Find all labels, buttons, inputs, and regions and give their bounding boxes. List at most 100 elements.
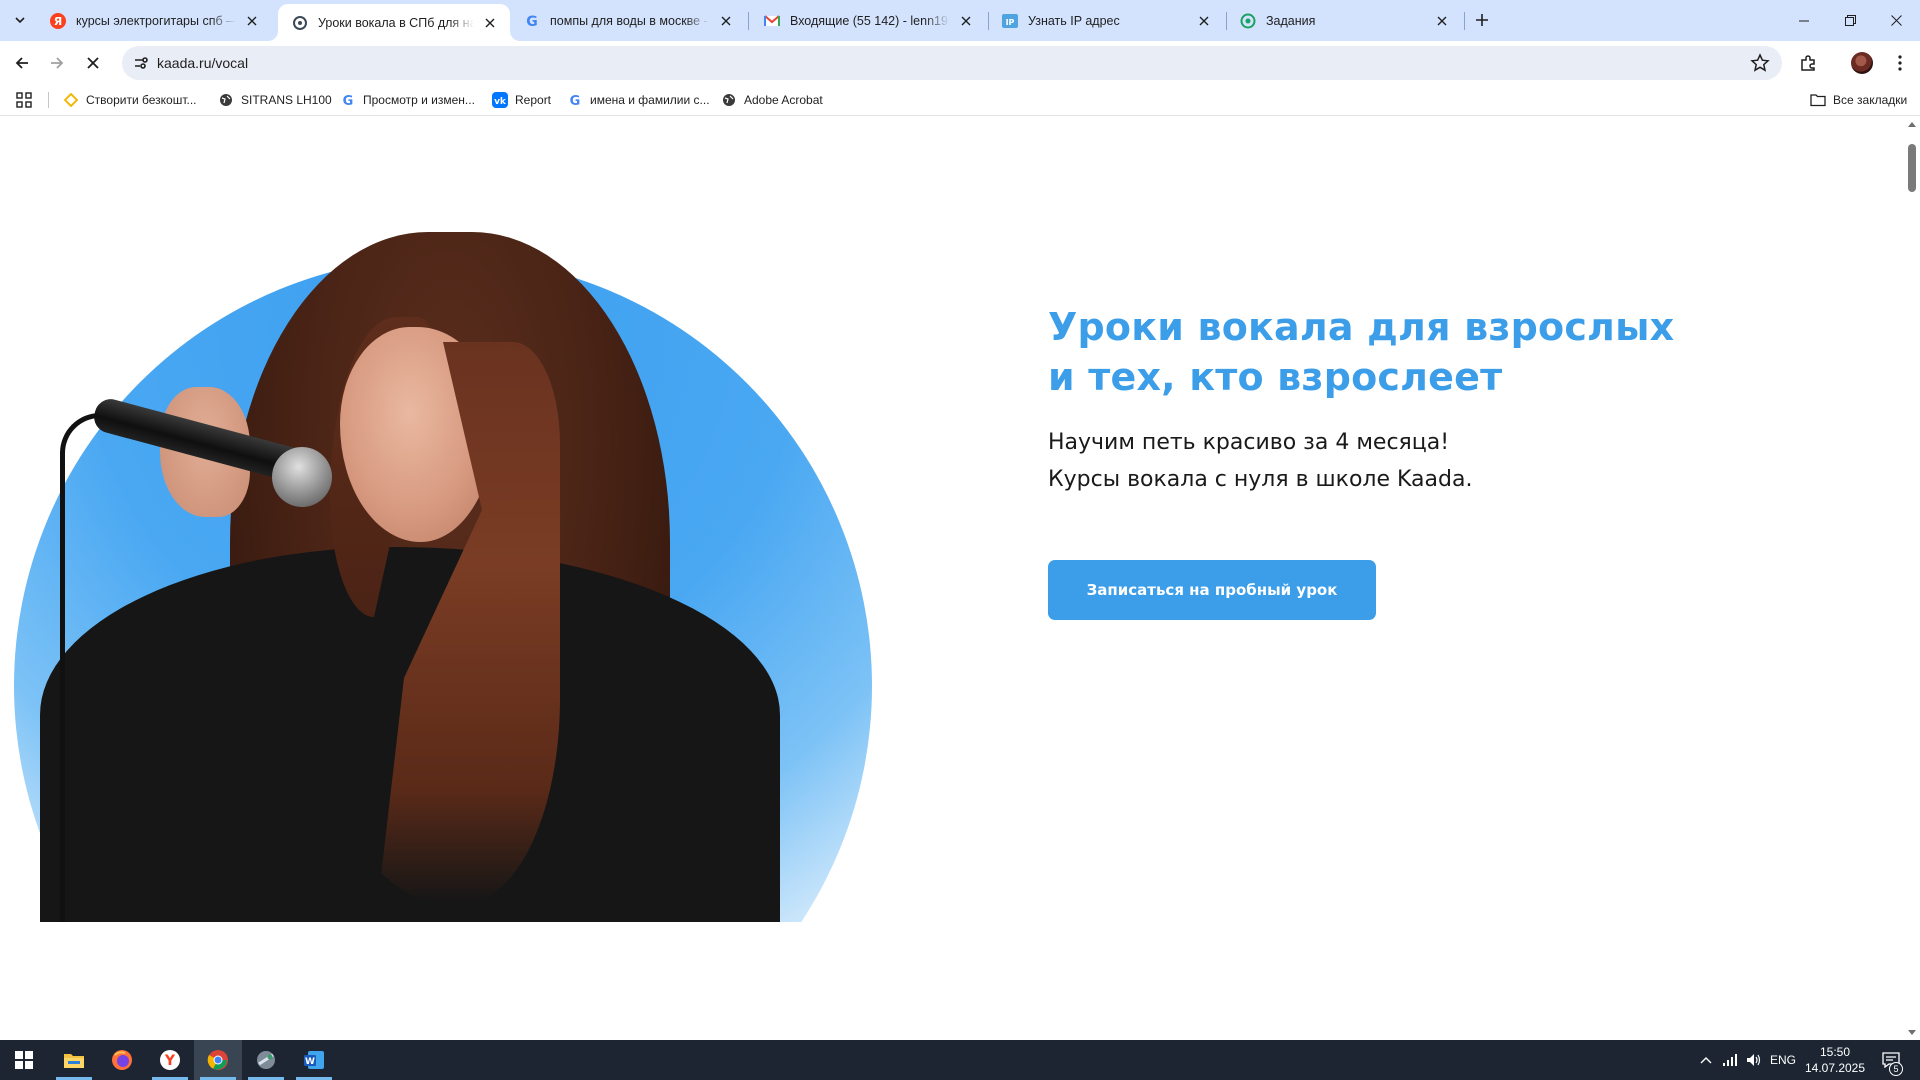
google-icon: G — [567, 92, 583, 108]
close-icon — [87, 57, 99, 69]
stop-loading-button[interactable] — [79, 49, 107, 77]
plus-icon — [1476, 14, 1488, 26]
bookmark-item[interactable]: SITRANS LH100 — [218, 89, 332, 111]
taskbar-yandex-browser[interactable]: Y — [146, 1040, 194, 1080]
word-icon: W — [304, 1051, 324, 1069]
close-icon[interactable] — [482, 15, 498, 31]
browser-menu-button[interactable] — [1886, 49, 1914, 77]
apps-button[interactable] — [16, 89, 32, 111]
windows-taskbar: Y W ENG 15:50 14.07.2025 5 — [0, 1040, 1920, 1080]
svg-text:G: G — [570, 94, 581, 107]
site-settings-icon[interactable] — [132, 54, 150, 72]
tasks-icon — [1240, 13, 1256, 29]
close-icon[interactable] — [1196, 13, 1212, 29]
all-bookmarks-button[interactable]: Все закладки — [1810, 89, 1907, 111]
tab-tasks[interactable]: Задания — [1226, 0, 1462, 41]
close-icon[interactable] — [1434, 13, 1450, 29]
bookmark-item[interactable]: vk Report — [492, 89, 551, 111]
tab-kaada[interactable]: Уроки вокала в СПб для начинающих — [278, 4, 510, 41]
tab-yandex[interactable]: Я курсы электрогитары спб — Яндекс — [36, 0, 272, 41]
all-bookmarks-label: Все закладки — [1833, 93, 1908, 107]
taskbar-clock[interactable]: 15:50 14.07.2025 — [1797, 1044, 1873, 1076]
bookmarks-separator — [48, 92, 49, 108]
hero-photo — [0, 117, 900, 922]
notification-count-badge: 5 — [1889, 1062, 1903, 1076]
yandex-browser-icon: Y — [160, 1050, 180, 1070]
ip-icon: IP — [1002, 13, 1018, 29]
arrow-right-icon — [51, 57, 64, 69]
svg-text:vk: vk — [494, 97, 507, 107]
close-icon[interactable] — [244, 13, 260, 29]
forward-button[interactable] — [43, 49, 71, 77]
scroll-up-icon[interactable] — [1908, 122, 1916, 127]
chevron-up-icon — [1700, 1057, 1712, 1064]
tab-google-search[interactable]: G помпы для воды в москве - Поиск — [510, 0, 746, 41]
hero-title-line1: Уроки вокала для взрослых — [1048, 305, 1675, 349]
globe-icon — [721, 92, 737, 108]
tab-search-button[interactable] — [8, 8, 32, 32]
bookmark-label: Adobe Acrobat — [744, 93, 823, 107]
profile-button[interactable] — [1848, 49, 1876, 77]
tab-title: помпы для воды в москве - Поиск — [550, 13, 710, 28]
taskbar-file-explorer[interactable] — [50, 1040, 98, 1080]
restore-icon — [1844, 15, 1856, 26]
url-text[interactable]: kaada.ru/vocal — [157, 55, 248, 71]
bookmark-binance-icon — [63, 92, 79, 108]
hero-subtitle: Научим петь красиво за 4 месяца! Курсы в… — [1048, 424, 1748, 498]
arrow-left-icon — [15, 57, 28, 69]
close-window-button[interactable] — [1873, 0, 1919, 41]
firefox-icon — [112, 1050, 132, 1070]
tab-title: Узнать IP адрес — [1028, 13, 1120, 28]
page-scrollbar[interactable] — [1904, 117, 1920, 1040]
show-hidden-icons[interactable] — [1694, 1040, 1718, 1080]
hero-subtitle-line2: Курсы вокала с нуля в школе Kaada. — [1048, 467, 1473, 492]
hero-subtitle-line1: Научим петь красиво за 4 месяца! — [1048, 430, 1450, 455]
network-indicator[interactable] — [1718, 1040, 1742, 1080]
windows-logo-icon — [15, 1051, 33, 1069]
restore-button[interactable] — [1827, 0, 1873, 41]
close-icon[interactable] — [718, 13, 734, 29]
bookmark-item[interactable]: G Просмотр и измен... — [340, 89, 475, 111]
close-icon[interactable] — [958, 13, 974, 29]
tab-separator — [748, 12, 749, 30]
svg-text:IP: IP — [1006, 18, 1015, 27]
chrome-icon — [207, 1050, 228, 1070]
taskbar-app[interactable] — [242, 1040, 290, 1080]
back-button[interactable] — [8, 49, 36, 77]
speaker-icon — [1747, 1054, 1761, 1066]
clock-date: 14.07.2025 — [1804, 1061, 1866, 1075]
taskbar-chrome[interactable] — [194, 1040, 242, 1080]
minimize-icon — [1799, 20, 1809, 21]
taskbar-word[interactable]: W — [290, 1040, 338, 1080]
browser-toolbar: kaada.ru/vocal — [0, 41, 1920, 84]
bookmark-star-icon[interactable] — [1750, 53, 1770, 73]
start-button[interactable] — [0, 1040, 48, 1080]
bookmark-item[interactable]: Створити безкошт... — [63, 89, 197, 111]
svg-text:Я: Я — [54, 15, 62, 28]
address-bar[interactable]: kaada.ru/vocal — [122, 46, 1782, 80]
hero-title-line2: и тех, кто взрослеет — [1048, 355, 1503, 399]
bookmark-label: Report — [515, 93, 552, 107]
taskbar-firefox[interactable] — [98, 1040, 146, 1080]
language-indicator[interactable]: ENG — [1766, 1040, 1800, 1080]
bookmark-item[interactable]: G имена и фамилии с... — [567, 89, 710, 111]
bookmark-item[interactable]: Adobe Acrobat — [721, 89, 823, 111]
tab-title: курсы электрогитары спб — Яндекс — [76, 13, 236, 28]
minimize-button[interactable] — [1781, 0, 1827, 41]
svg-text:W: W — [305, 1057, 315, 1067]
extensions-button[interactable] — [1794, 49, 1822, 77]
new-tab-button[interactable] — [1470, 8, 1494, 32]
volume-indicator[interactable] — [1742, 1040, 1766, 1080]
trial-lesson-button[interactable]: Записаться на пробный урок — [1048, 560, 1376, 620]
bookmark-label: SITRANS LH100 — [241, 93, 332, 107]
bookmark-label: Створити безкошт... — [86, 93, 197, 107]
tab-ip-address[interactable]: IP Узнать IP адрес — [988, 0, 1224, 41]
app-icon — [257, 1051, 275, 1069]
tab-title: Входящие (55 142) - lenn1915@gmail.com — [790, 13, 950, 28]
scrollbar-thumb[interactable] — [1908, 144, 1916, 192]
apps-grid-icon — [16, 92, 32, 108]
hero-title: Уроки вокала для взрослых и тех, кто взр… — [1048, 302, 1748, 402]
tab-gmail[interactable]: Входящие (55 142) - lenn1915@gmail.com — [750, 0, 986, 41]
avatar — [1851, 52, 1873, 74]
scroll-down-icon[interactable] — [1908, 1030, 1916, 1035]
